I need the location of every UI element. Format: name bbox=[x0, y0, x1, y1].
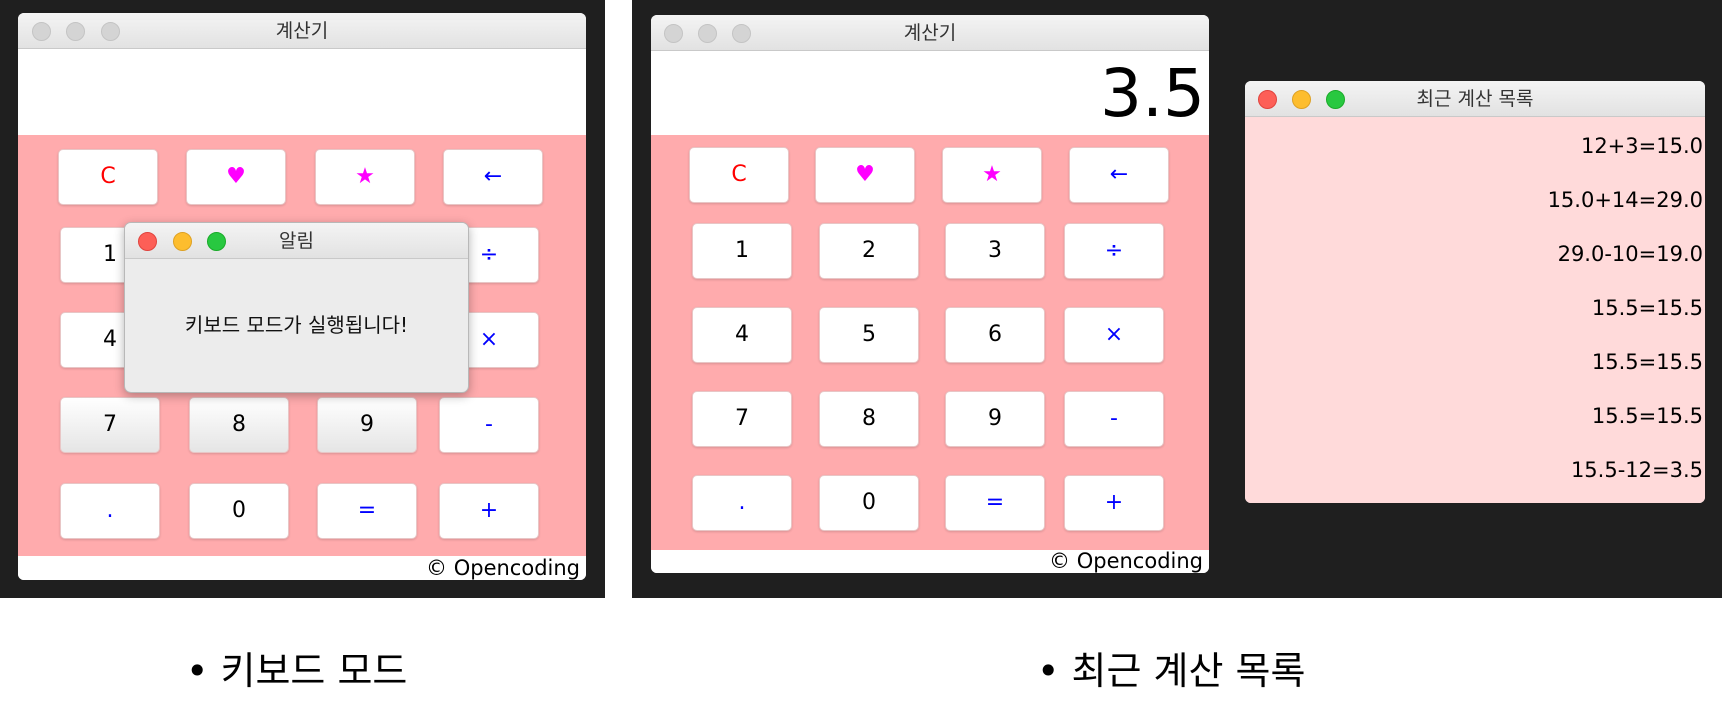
digit-3-button[interactable]: 3 bbox=[945, 223, 1045, 279]
add-button[interactable]: + bbox=[439, 483, 539, 539]
calculator-display bbox=[18, 49, 586, 135]
digit-5-button[interactable]: 5 bbox=[819, 307, 919, 363]
heart-button[interactable]: ♥ bbox=[186, 149, 286, 205]
history-item[interactable]: 15.0+14=29.0 bbox=[1548, 188, 1703, 212]
copyright-footer: © Opencoding bbox=[651, 550, 1209, 573]
calculator-window-right: 계산기 3.5 C ♥ ★ ← 1 2 3 ÷ 4 5 6 × 7 8 9 - … bbox=[651, 15, 1209, 573]
heart-button[interactable]: ♥ bbox=[815, 147, 915, 203]
history-window: 최근 계산 목록 12+3=15.0 15.0+14=29.0 29.0-10=… bbox=[1245, 81, 1705, 503]
alert-dialog: 알림 키보드 모드가 실행됩니다! bbox=[124, 222, 469, 393]
backspace-button[interactable]: ← bbox=[1069, 147, 1169, 203]
digit-2-button[interactable]: 2 bbox=[819, 223, 919, 279]
digit-0-button[interactable]: 0 bbox=[189, 483, 289, 539]
copyright-footer: © Opencoding bbox=[18, 556, 586, 580]
digit-8-button[interactable]: 8 bbox=[189, 397, 289, 453]
subtract-button[interactable]: - bbox=[439, 397, 539, 453]
dialog-title: 알림 bbox=[279, 230, 314, 252]
window-title: 계산기 bbox=[275, 20, 329, 42]
history-item[interactable]: 15.5=15.5 bbox=[1592, 296, 1703, 320]
digit-0-button[interactable]: 0 bbox=[819, 475, 919, 531]
calculator-display: 3.5 bbox=[651, 51, 1209, 135]
caption-recent-history: • 최근 계산 목록 bbox=[1037, 649, 1306, 693]
digit-7-button[interactable]: 7 bbox=[60, 397, 160, 453]
digit-8-button[interactable]: 8 bbox=[819, 391, 919, 447]
star-button[interactable]: ★ bbox=[942, 147, 1042, 203]
decimal-button[interactable]: . bbox=[60, 483, 160, 539]
add-button[interactable]: + bbox=[1064, 475, 1164, 531]
equals-button[interactable]: = bbox=[317, 483, 417, 539]
history-list: 12+3=15.0 15.0+14=29.0 29.0-10=19.0 15.5… bbox=[1245, 117, 1705, 503]
digit-7-button[interactable]: 7 bbox=[692, 391, 792, 447]
caption-keyboard-mode: • 키보드 모드 bbox=[186, 649, 408, 693]
digit-9-button[interactable]: 9 bbox=[945, 391, 1045, 447]
subtract-button[interactable]: - bbox=[1064, 391, 1164, 447]
decimal-button[interactable]: . bbox=[692, 475, 792, 531]
divide-button[interactable]: ÷ bbox=[1064, 223, 1164, 279]
history-item[interactable]: 29.0-10=19.0 bbox=[1558, 242, 1703, 266]
history-item[interactable]: 12+3=15.0 bbox=[1581, 134, 1703, 158]
digit-9-button[interactable]: 9 bbox=[317, 397, 417, 453]
history-item[interactable]: 15.5=15.5 bbox=[1592, 350, 1703, 374]
equals-button[interactable]: = bbox=[945, 475, 1045, 531]
window-title: 계산기 bbox=[903, 22, 957, 44]
history-item[interactable]: 15.5=15.5 bbox=[1592, 404, 1703, 428]
history-title: 최근 계산 목록 bbox=[1416, 88, 1534, 110]
backspace-button[interactable]: ← bbox=[443, 149, 543, 205]
display-value: 3.5 bbox=[1100, 55, 1205, 132]
clear-button[interactable]: C bbox=[689, 147, 789, 203]
digit-1-button[interactable]: 1 bbox=[692, 223, 792, 279]
star-button[interactable]: ★ bbox=[315, 149, 415, 205]
digit-4-button[interactable]: 4 bbox=[692, 307, 792, 363]
clear-button[interactable]: C bbox=[58, 149, 158, 205]
history-item[interactable]: 15.5-12=3.5 bbox=[1571, 458, 1703, 482]
multiply-button[interactable]: × bbox=[1064, 307, 1164, 363]
digit-6-button[interactable]: 6 bbox=[945, 307, 1045, 363]
keypad: C ♥ ★ ← 1 2 3 ÷ 4 5 6 × 7 8 9 - . 0 = + bbox=[651, 135, 1209, 550]
dialog-message: 키보드 모드가 실행됩니다! bbox=[184, 313, 409, 337]
